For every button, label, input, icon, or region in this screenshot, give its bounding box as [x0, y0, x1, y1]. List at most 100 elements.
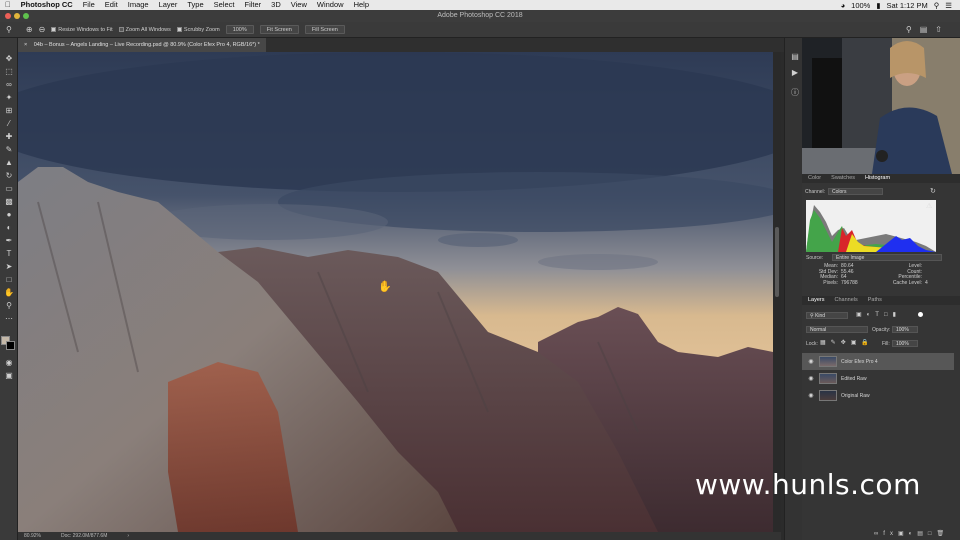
healing-tool-icon[interactable]: ✚ — [3, 132, 15, 142]
zoom-tool-icon[interactable]: ⚲ — [3, 301, 15, 311]
background-color-swatch[interactable] — [6, 341, 15, 350]
tab-swatches[interactable]: Swatches — [831, 174, 855, 183]
actions-panel-icon[interactable]: ▶ — [789, 68, 801, 78]
layers-panel: Layers Channels Paths ⚲ Kind ▣◐T□▮ Norma… — [802, 296, 960, 540]
dodge-tool-icon[interactable]: ◐ — [3, 223, 15, 233]
zoom-100-button[interactable]: 100% — [225, 25, 254, 34]
status-doc-size[interactable]: Doc: 292.0M/877.6M — [61, 533, 107, 539]
fill-screen-button[interactable]: Fill Screen — [304, 25, 345, 34]
menu-select[interactable]: Select — [209, 0, 240, 10]
marquee-tool-icon[interactable]: ⬚ — [3, 67, 15, 77]
lock-icons[interactable]: ▦✎✥▣🔒 — [820, 339, 874, 346]
layer-row[interactable]: ◉ Original Raw — [802, 387, 954, 404]
quick-select-tool-icon[interactable]: ✦ — [3, 93, 15, 103]
fill-input[interactable]: 100% — [892, 340, 918, 347]
wifi-icon[interactable]: ◕ — [841, 1, 846, 10]
menu-image[interactable]: Image — [123, 0, 154, 10]
type-tool-icon[interactable]: T — [3, 249, 15, 259]
crop-tool-icon[interactable]: ⊞ — [3, 106, 15, 116]
screen-mode-icon[interactable]: ▣ — [3, 371, 15, 381]
minimize-window-button[interactable] — [14, 13, 20, 19]
menu-file[interactable]: File — [78, 0, 100, 10]
clock[interactable]: Sat 1:12 PM — [886, 1, 927, 10]
opacity-input[interactable]: 100% — [892, 326, 918, 333]
battery-icon[interactable]: ▮ — [876, 1, 880, 10]
menu-edit[interactable]: Edit — [100, 0, 123, 10]
document-tab[interactable]: × 04b – Bonus – Angels Landing – Live Re… — [18, 38, 266, 52]
menu-type[interactable]: Type — [182, 0, 208, 10]
zoom-in-icon[interactable]: ⊕ — [26, 25, 33, 34]
panel-icon-column: ▤ ▶ ⓘ — [784, 38, 802, 540]
layer-row[interactable]: ◉ Color Efex Pro 4 — [802, 353, 954, 370]
battery-label[interactable]: 100% — [851, 1, 870, 10]
tab-histogram[interactable]: Histogram — [865, 174, 890, 183]
status-zoom[interactable]: 80.92% — [24, 533, 41, 539]
visibility-eye-icon[interactable]: ◉ — [806, 375, 816, 382]
eyedropper-tool-icon[interactable]: ⁄ — [3, 119, 15, 129]
layer-row[interactable]: ◉ Edited Raw — [802, 370, 954, 387]
layer-name: Edited Raw — [841, 375, 867, 382]
zoom-all-checkbox[interactable]: Zoom All Windows — [118, 27, 171, 33]
fit-screen-button[interactable]: Fit Screen — [259, 25, 299, 34]
layer-footer-icons[interactable]: ∞fx▣◐▤□🗑 — [874, 530, 949, 537]
brush-tool-icon[interactable]: ✎ — [3, 145, 15, 155]
document-canvas[interactable]: ✋ — [18, 52, 773, 532]
path-select-tool-icon[interactable]: ➤ — [3, 262, 15, 272]
gradient-tool-icon[interactable]: ▩ — [3, 197, 15, 207]
app-menu[interactable]: Photoshop CC — [16, 0, 78, 10]
filter-toggle[interactable] — [918, 312, 923, 317]
blend-mode-select[interactable]: Normal — [806, 326, 868, 333]
menu-filter[interactable]: Filter — [239, 0, 266, 10]
eraser-tool-icon[interactable]: ▭ — [3, 184, 15, 194]
window-titlebar: Adobe Photoshop CC 2018 — [0, 10, 960, 22]
resize-windows-checkbox[interactable]: Resize Windows to Fit — [51, 27, 113, 33]
history-panel-icon[interactable]: ▤ — [789, 52, 801, 62]
shape-tool-icon[interactable]: □ — [3, 275, 15, 285]
lasso-tool-icon[interactable]: ∞ — [3, 80, 15, 90]
hand-tool-icon[interactable]: ✋ — [3, 288, 15, 298]
layer-kind-filter[interactable]: ⚲ Kind — [806, 312, 848, 319]
source-select[interactable]: Entire Image — [832, 254, 942, 261]
tab-color[interactable]: Color — [808, 174, 821, 183]
status-arrow-icon[interactable]: › — [127, 533, 129, 539]
menu-3d[interactable]: 3D — [266, 0, 286, 10]
refresh-icon[interactable]: ↻ — [930, 187, 936, 195]
spotlight-icon[interactable]: ⚲ — [934, 1, 940, 10]
search-icon[interactable]: ⚲ — [906, 25, 912, 34]
blur-tool-icon[interactable]: ● — [3, 210, 15, 220]
channel-select[interactable]: Colors — [828, 188, 883, 195]
tab-paths[interactable]: Paths — [868, 296, 882, 305]
more-tools-icon[interactable]: ⋯ — [3, 314, 15, 324]
document-tab-title: 04b – Bonus – Angels Landing – Live Reco… — [33, 42, 260, 48]
info-panel-icon[interactable]: ⓘ — [789, 88, 801, 98]
close-window-button[interactable] — [5, 13, 11, 19]
layer-name: Original Raw — [841, 392, 870, 399]
visibility-eye-icon[interactable]: ◉ — [806, 392, 816, 399]
menu-help[interactable]: Help — [349, 0, 374, 10]
workspace-icon[interactable]: ▤ — [920, 25, 928, 34]
share-icon[interactable]: ⇧ — [935, 25, 942, 34]
warning-icon[interactable]: ⚠ — [926, 202, 932, 210]
apple-icon[interactable]:  — [0, 0, 16, 10]
layer-filter-icons[interactable]: ▣◐T□▮ — [856, 311, 901, 318]
vertical-scrollbar[interactable] — [773, 52, 781, 532]
move-tool-icon[interactable]: ✥ — [3, 54, 15, 64]
tab-channels[interactable]: Channels — [835, 296, 858, 305]
vertical-scrollbar-thumb[interactable] — [775, 227, 779, 297]
history-brush-tool-icon[interactable]: ↻ — [3, 171, 15, 181]
scrubby-zoom-checkbox[interactable]: Scrubby Zoom — [176, 27, 220, 33]
visibility-eye-icon[interactable]: ◉ — [806, 358, 816, 365]
menu-window[interactable]: Window — [312, 0, 349, 10]
menu-view[interactable]: View — [286, 0, 312, 10]
layer-thumbnail — [819, 356, 837, 367]
stamp-tool-icon[interactable]: ▲ — [3, 158, 15, 168]
pen-tool-icon[interactable]: ✒ — [3, 236, 15, 246]
zoom-window-button[interactable] — [23, 13, 29, 19]
close-tab-icon[interactable]: × — [24, 42, 27, 48]
tab-layers[interactable]: Layers — [808, 296, 825, 305]
zoom-out-icon[interactable]: ⊖ — [39, 25, 46, 34]
menu-layer[interactable]: Layer — [154, 0, 183, 10]
zoom-tool-icon[interactable]: ⚲ — [6, 25, 12, 34]
quick-mask-icon[interactable]: ◉ — [3, 358, 15, 368]
notification-icon[interactable]: ☰ — [945, 1, 952, 10]
